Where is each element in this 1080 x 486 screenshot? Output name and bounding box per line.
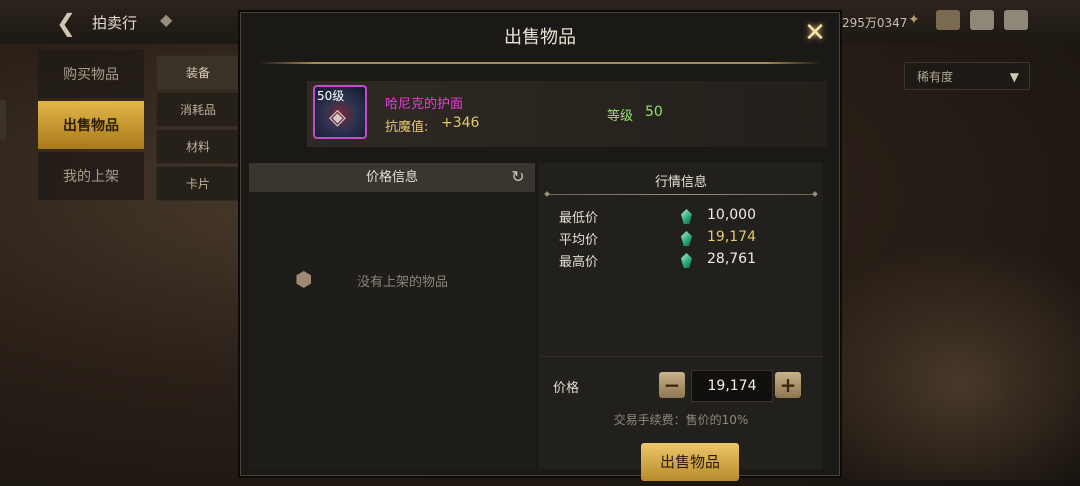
average-price-value: 19,174: [707, 229, 756, 245]
lowest-price-label: 最低价: [559, 211, 599, 226]
nav-my-listings[interactable]: 我的上架: [38, 152, 144, 200]
item-stat-value: +346: [441, 115, 480, 131]
price-input[interactable]: 19,174: [691, 370, 773, 402]
left-nav: 购买物品 出售物品 我的上架: [38, 50, 148, 203]
sell-item-dialog: 出售物品 ✕ 50级 ◈ 哈尼克的护面 抗魔值: +346 等级 50 价格信息…: [240, 12, 840, 481]
item-level-value: 50: [645, 104, 663, 120]
market-info-panel: 行情信息 最低价 10,000 平均价 19,174 最高价 28,761 价格…: [539, 163, 823, 481]
category-consumables[interactable]: 消耗品: [156, 92, 240, 127]
price-info-title: 价格信息: [365, 170, 418, 185]
transaction-fee-text: 交易手续费：售价的10%: [613, 413, 749, 427]
category-equipment[interactable]: 装备: [156, 55, 240, 90]
decrease-price-button[interactable]: −: [659, 372, 685, 398]
lowest-price-row: 最低价 10,000: [559, 207, 799, 227]
dialog-title: 出售物品: [504, 27, 576, 48]
side-tab-handle[interactable]: [0, 100, 6, 140]
gem-icon: [681, 231, 692, 246]
currency-icon: ✦: [908, 12, 920, 28]
item-thumbnail[interactable]: 50级 ◈: [313, 85, 367, 139]
nav-sell-items[interactable]: 出售物品: [38, 101, 144, 149]
item-level-label: 等级: [607, 109, 634, 124]
sell-button[interactable]: 出售物品: [641, 443, 739, 481]
rarity-filter-label: 稀有度: [917, 70, 954, 84]
price-info-panel: 价格信息 ↻ ⬢ 没有上架的物品: [249, 163, 535, 469]
price-info-header: 价格信息 ↻: [249, 163, 535, 192]
item-name: 哈尼克的护面: [385, 97, 464, 112]
category-cards[interactable]: 卡片: [156, 166, 240, 201]
chevron-down-icon: ▼: [1009, 70, 1019, 84]
back-arrow-icon[interactable]: ❮: [56, 9, 76, 37]
item-level-badge: 50级: [317, 89, 345, 103]
item-stat-label: 抗魔值:: [385, 120, 429, 135]
price-label: 价格: [553, 381, 580, 396]
title-divider: [259, 62, 821, 64]
mail-icon[interactable]: [970, 10, 994, 30]
helmet-icon: ◈: [329, 105, 346, 130]
price-section-divider: [539, 356, 823, 357]
empty-listings-text: 没有上架的物品: [357, 275, 449, 290]
diamond-icon: ◆: [160, 10, 173, 29]
highest-price-row: 最高价 28,761: [559, 251, 799, 271]
currency-amount: 295万0347: [842, 16, 908, 30]
shop-icon[interactable]: [936, 10, 960, 30]
highest-price-value: 28,761: [707, 251, 756, 267]
average-price-label: 平均价: [559, 233, 599, 248]
item-summary: 50级 ◈ 哈尼克的护面 抗魔值: +346 等级 50: [307, 81, 827, 147]
page-title: 拍卖行: [92, 14, 138, 32]
gem-icon: [681, 253, 692, 268]
nav-buy-items[interactable]: 购买物品: [38, 50, 144, 98]
market-info-header: 行情信息: [654, 175, 707, 190]
lowest-price-value: 10,000: [707, 207, 756, 223]
close-icon[interactable]: ✕: [801, 19, 829, 47]
rarity-filter-dropdown[interactable]: 稀有度 ▼: [904, 62, 1030, 90]
average-price-row: 平均价 19,174: [559, 229, 799, 249]
refresh-icon[interactable]: ↻: [507, 166, 529, 188]
increase-price-button[interactable]: +: [775, 372, 801, 398]
chat-icon[interactable]: [1004, 10, 1028, 30]
empty-box-icon: ⬢: [295, 267, 313, 291]
market-info-divider: [547, 194, 815, 195]
highest-price-label: 最高价: [559, 255, 599, 270]
category-nav: 装备 消耗品 材料 卡片: [156, 55, 240, 203]
gem-icon: [681, 209, 692, 224]
category-materials[interactable]: 材料: [156, 129, 240, 164]
